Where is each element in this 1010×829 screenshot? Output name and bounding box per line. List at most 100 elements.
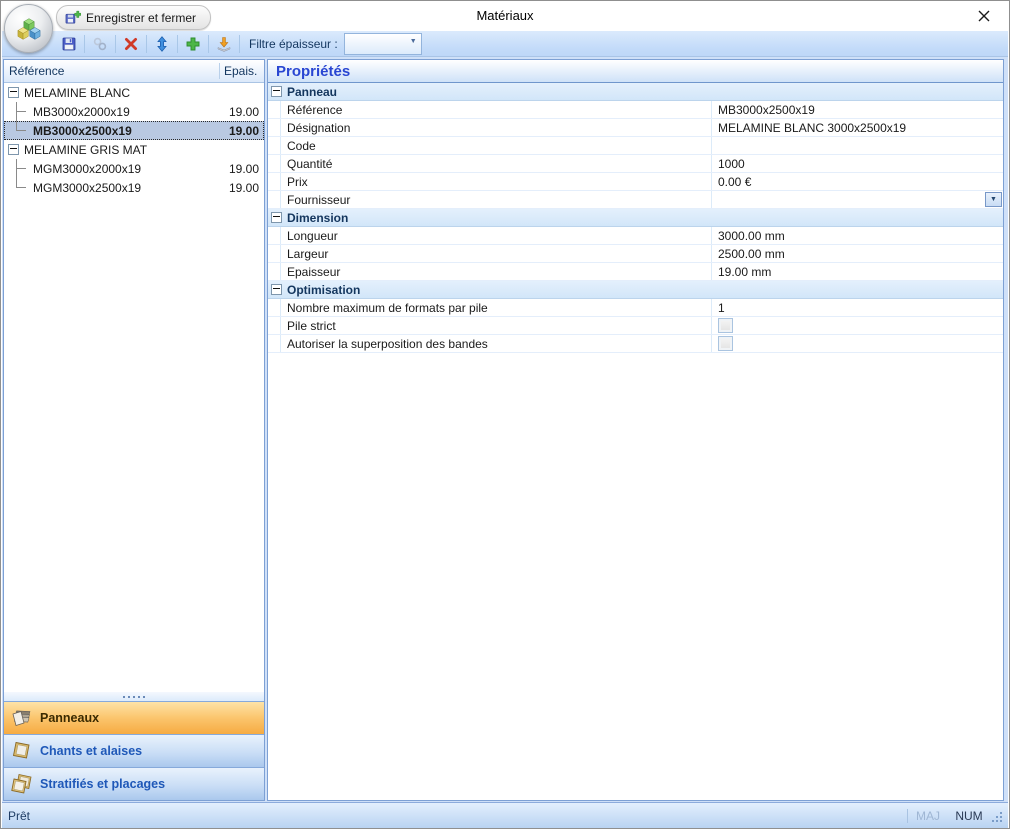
checkbox[interactable]: [718, 318, 733, 333]
property-value[interactable]: 0.00 €: [712, 173, 1003, 190]
property-row-largeur: Largeur2500.00 mm: [268, 245, 1003, 263]
title-bar: Matériaux Enregistrer et fermer: [1, 1, 1009, 31]
collapse-toggle[interactable]: [8, 87, 19, 98]
filter-thickness-select[interactable]: ▼: [344, 33, 422, 55]
caps-lock-indicator: MAJ: [907, 809, 948, 823]
content-area: Référence Epais. MELAMINE BLANC MB3000x20…: [2, 57, 1008, 802]
property-name: Autoriser la superposition des bandes: [281, 335, 712, 352]
add-icon: [185, 36, 201, 52]
property-value[interactable]: MELAMINE BLANC 3000x2500x19: [712, 119, 1003, 136]
section-header-optimisation[interactable]: Optimisation: [268, 281, 1003, 299]
dropdown-button[interactable]: ▼: [985, 192, 1002, 207]
property-value[interactable]: 1000: [712, 155, 1003, 172]
toolbar-separator: [177, 35, 178, 53]
tree-row-label: MB3000x2500x19: [33, 124, 132, 138]
save-and-close-label: Enregistrer et fermer: [86, 11, 196, 25]
nav-item-label: Stratifiés et placages: [40, 777, 165, 791]
tree-group-label: MELAMINE GRIS MAT: [24, 143, 147, 157]
property-value[interactable]: [712, 137, 1003, 154]
property-value[interactable]: [712, 317, 1003, 334]
property-row-prix: Prix0.00 €: [268, 173, 1003, 191]
tree-connector: [8, 121, 30, 140]
tree-group-row[interactable]: MELAMINE GRIS MAT: [4, 140, 264, 159]
tree-row[interactable]: MB3000x2000x1919.00: [4, 102, 264, 121]
property-value[interactable]: ▼: [712, 191, 1003, 208]
tree-row-thickness: 19.00: [219, 124, 264, 138]
category-nav: Panneaux Chants et alaises Stratifiés et p…: [4, 701, 264, 800]
property-value-text: 19.00 mm: [718, 265, 771, 279]
row-gutter: [268, 173, 281, 190]
collapse-toggle[interactable]: [8, 144, 19, 155]
checkbox[interactable]: [718, 336, 733, 351]
property-name: Epaisseur: [281, 263, 712, 280]
property-value[interactable]: [712, 335, 1003, 352]
nav-item-panneaux[interactable]: Panneaux: [4, 701, 264, 734]
application-menu-button[interactable]: [4, 4, 53, 53]
edge-band-icon: [10, 740, 34, 762]
property-name: Référence: [281, 101, 712, 118]
property-value[interactable]: 1: [712, 299, 1003, 316]
materials-list-panel: Référence Epais. MELAMINE BLANC MB3000x20…: [3, 59, 265, 801]
property-name: Longueur: [281, 227, 712, 244]
nav-item-stratifies-et-placages[interactable]: Stratifiés et placages: [4, 767, 264, 800]
column-reference[interactable]: Référence: [4, 64, 219, 78]
property-name: Prix: [281, 173, 712, 190]
close-button[interactable]: [971, 5, 997, 27]
toolbar-button-add[interactable]: [181, 33, 205, 55]
nav-splitter[interactable]: [4, 692, 264, 701]
property-name: Largeur: [281, 245, 712, 262]
property-row-fournisseur: Fournisseur▼: [268, 191, 1003, 209]
property-value-text: MB3000x2500x19: [718, 103, 815, 117]
row-gutter: [268, 119, 281, 136]
tree-group-label: MELAMINE BLANC: [24, 86, 130, 100]
save-icon: [61, 36, 77, 52]
move-up-down-icon: [154, 36, 170, 52]
toolbar-button-link[interactable]: [88, 33, 112, 55]
status-bar: Prêt MAJ NUM: [2, 802, 1008, 828]
tree-connector: [8, 159, 30, 178]
filter-thickness-label: Filtre épaisseur :: [249, 37, 338, 51]
collapse-toggle[interactable]: [271, 86, 282, 97]
row-gutter: [268, 101, 281, 118]
tree-column-header[interactable]: Référence Epais.: [4, 60, 264, 83]
property-value[interactable]: 19.00 mm: [712, 263, 1003, 280]
section-header-panneau[interactable]: Panneau: [268, 83, 1003, 101]
save-and-close-button[interactable]: Enregistrer et fermer: [56, 5, 211, 30]
laminate-icon: [10, 773, 34, 795]
nav-item-chants-et-alaises[interactable]: Chants et alaises: [4, 734, 264, 767]
collapse-toggle[interactable]: [271, 284, 282, 295]
property-row-autoriser-la-superposition-des-bandes: Autoriser la superposition des bandes: [268, 335, 1003, 353]
resize-grip-icon[interactable]: [990, 810, 1006, 826]
property-name: Code: [281, 137, 712, 154]
toolbar-button-move-up-down[interactable]: [150, 33, 174, 55]
status-message: Prêt: [2, 809, 907, 823]
toolbar-separator: [239, 35, 240, 53]
tree-row-label: MGM3000x2500x19: [33, 181, 141, 195]
toolbar-separator: [115, 35, 116, 53]
collapse-toggle[interactable]: [271, 212, 282, 223]
property-row-quantite: Quantité1000: [268, 155, 1003, 173]
toolbar-button-delete[interactable]: [119, 33, 143, 55]
toolbar-separator: [84, 35, 85, 53]
toolbar-button-import[interactable]: [212, 33, 236, 55]
row-gutter: [268, 137, 281, 154]
nav-item-label: Chants et alaises: [40, 744, 142, 758]
tree-row-label: MB3000x2000x19: [33, 105, 130, 119]
tree-row[interactable]: MB3000x2500x19 19.00: [4, 121, 264, 140]
property-value[interactable]: 3000.00 mm: [712, 227, 1003, 244]
properties-panel: Propriétés PanneauRéférenceMB3000x2500x1…: [267, 59, 1004, 801]
property-value[interactable]: 2500.00 mm: [712, 245, 1003, 262]
nav-item-label: Panneaux: [40, 711, 99, 725]
main-toolbar: Filtre épaisseur : ▼: [2, 31, 1008, 57]
tree-row[interactable]: MGM3000x2500x1919.00: [4, 178, 264, 197]
toolbar-button-save[interactable]: [57, 33, 81, 55]
column-thickness[interactable]: Epais.: [220, 64, 264, 78]
close-icon: [977, 9, 991, 23]
section-header-dimension[interactable]: Dimension: [268, 209, 1003, 227]
tree-group-row[interactable]: MELAMINE BLANC: [4, 83, 264, 102]
property-value-text: MELAMINE BLANC 3000x2500x19: [718, 121, 906, 135]
property-value-text: 1000: [718, 157, 745, 171]
tree-row[interactable]: MGM3000x2000x1919.00: [4, 159, 264, 178]
row-gutter: [268, 317, 281, 334]
property-value[interactable]: MB3000x2500x19: [712, 101, 1003, 118]
